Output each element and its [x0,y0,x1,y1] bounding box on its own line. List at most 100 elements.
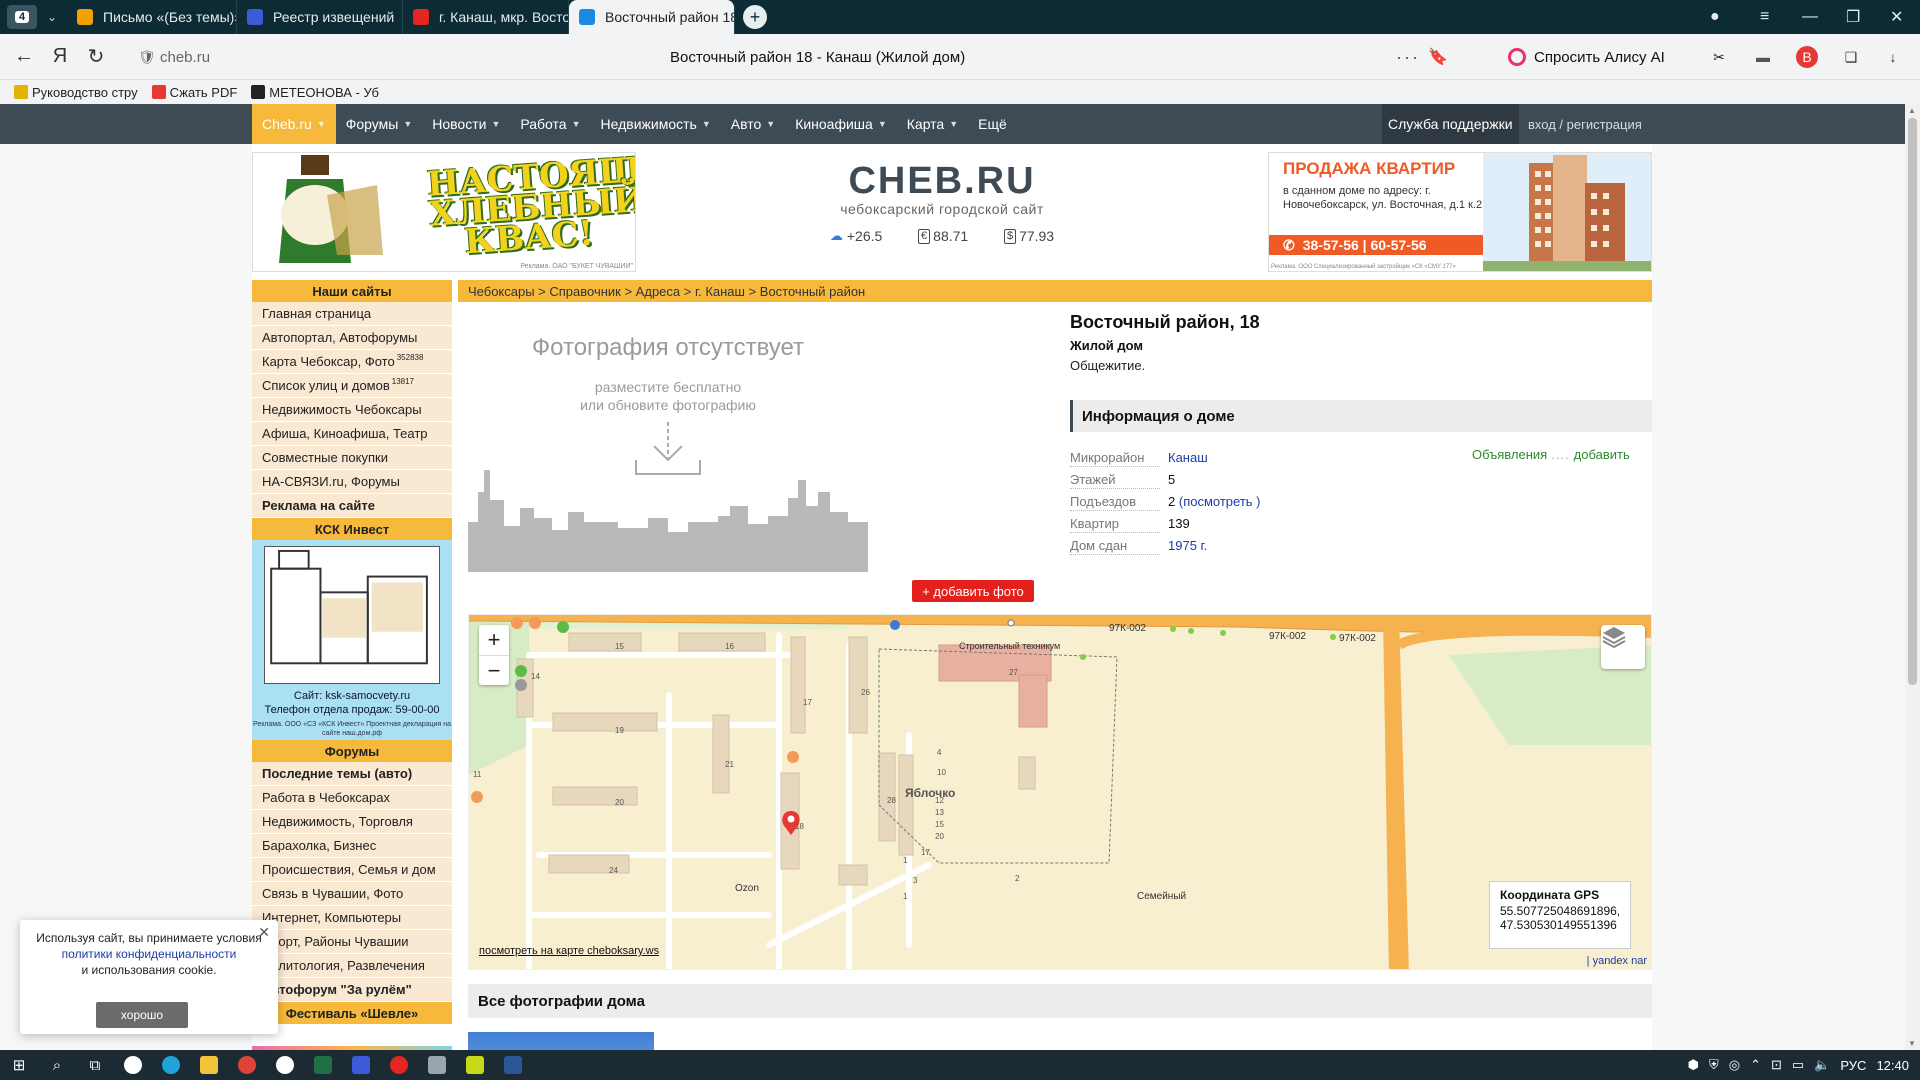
vertical-scrollbar[interactable]: ▲ ▼ [1905,104,1920,1050]
kvas-ad-banner[interactable]: НАСТОЯЩИЙ ХЛЕБНЫЙ КВАС! Реклама. ОАО "БУ… [252,152,636,272]
map-layers-button[interactable] [1601,625,1645,669]
support-link[interactable]: Служба поддержки [1382,104,1519,144]
nav-item-cinema[interactable]: Киноафиша ▼ [785,104,897,144]
alice-button[interactable]: Спросить Алису AI [1508,42,1665,72]
browser-tab-registry[interactable]: Реестр извещений [237,0,403,34]
url-field[interactable]: 🛡 cheb.ru Восточный район 18 - Канаш (Жи… [138,40,1478,74]
tray-icon[interactable]: ◎ [1729,1057,1740,1073]
browser-tab-active[interactable]: Восточный район 18 - К ✕ [569,0,735,34]
app-icon[interactable] [456,1050,494,1080]
sidebar-item[interactable]: НА-СВЯЗИ.ru, Форумы [252,470,452,494]
add-ad-link[interactable]: добавить [1574,447,1630,462]
task-view-icon[interactable]: ⧉ [76,1050,114,1080]
ads-link[interactable]: Объявления [1472,447,1547,462]
extension-icon[interactable]: B [1796,46,1818,68]
map[interactable]: 97К-002 97К-002 97К-002 Строительный тех… [468,614,1652,970]
close-icon[interactable]: ✕ [258,924,270,940]
sidebar-item[interactable]: Совместные покупки [252,446,452,470]
yandex-attribution-link[interactable]: | yandex nar [1587,955,1647,967]
sidebar-item[interactable]: Реклама на сайте [252,494,452,518]
sidebar-item[interactable]: Последние темы (авто) [252,762,452,786]
add-photo-button[interactable]: + добавить фото [912,580,1034,602]
collections-icon[interactable]: ❏ [1840,46,1862,68]
sidebar-item[interactable]: Автопортал, Автофорумы [252,326,452,350]
site-logo[interactable]: CHEB.RU чебоксарский городской сайт [812,160,1072,217]
nav-item-more[interactable]: Ещё [968,104,1017,144]
scroll-up-icon[interactable]: ▲ [1908,106,1916,115]
bookmark-icon[interactable]: 🔖 [1428,47,1448,67]
view-entrances-link[interactable]: (посмотреть ) [1179,494,1261,509]
built-year-link[interactable]: 1975 г. [1168,538,1207,553]
tray-icon[interactable]: ⬢ [1688,1057,1699,1073]
close-window-icon[interactable]: ✕ [1890,0,1903,34]
nav-item-work[interactable]: Работа ▼ [510,104,590,144]
menu-icon[interactable]: ≡ [1760,0,1769,34]
browser-tab-yandex[interactable]: г. Канаш, мкр. Восточный [403,0,569,34]
bookmark-item[interactable]: МЕТЕОНОВА - Уб [251,85,379,100]
sidebar-item[interactable]: Интернет, Компьютеры [252,906,452,930]
sidebar-item[interactable]: Список улиц и домов 13817 [252,374,452,398]
word-icon[interactable] [494,1050,532,1080]
network-icon[interactable]: ⊡ [1771,1057,1782,1073]
sidebar-item[interactable]: Происшествия, Семья и дом [252,858,452,882]
extension-icon[interactable]: ▬ [1752,46,1774,68]
map-canvas[interactable]: 97К-002 97К-002 97К-002 Строительный тех… [469,615,1652,970]
tab-list-chevron-icon[interactable]: ⌄ [37,10,67,24]
nav-item-auto[interactable]: Авто ▼ [721,104,785,144]
chrome-icon[interactable] [228,1050,266,1080]
sidebar-item[interactable]: Спорт, Районы Чувашии [252,930,452,954]
scroll-down-icon[interactable]: ▼ [1908,1039,1916,1048]
view-on-map-link[interactable]: посмотреть на карте cheboksary.ws [479,945,659,957]
back-icon[interactable]: ← [6,45,42,68]
sidebar-item[interactable]: Политология, Развлечения [252,954,452,978]
ksk-ad-banner[interactable]: Сайт: ksk-samocvety.ru Телефон отдела пр… [252,540,452,740]
reload-icon[interactable]: ↻ [78,44,114,69]
scrollbar-thumb[interactable] [1908,118,1917,685]
cookie-accept-button[interactable]: хорошо [96,1002,188,1028]
app-icon[interactable] [342,1050,380,1080]
nav-item-realty[interactable]: Недвижимость ▼ [591,104,721,144]
printer-icon[interactable] [418,1050,456,1080]
battery-icon[interactable]: ▭ [1792,1057,1804,1073]
bookmark-item[interactable]: Руководство стру [14,85,138,100]
house-photo-thumbnail[interactable] [468,1032,654,1050]
privacy-policy-link[interactable]: политики конфиденциальности [62,947,237,961]
browser-tab-mail[interactable]: Письмо «(Без темы)» — П [67,0,237,34]
sidebar-item[interactable]: Главная страница [252,302,452,326]
more-icon[interactable]: ··· [1396,47,1420,68]
login-link[interactable]: вход / регистрация [1528,104,1642,144]
sidebar-item[interactable]: Связь в Чувашии, Фото [252,882,452,906]
search-icon[interactable]: ⌕ [38,1050,76,1080]
excel-icon[interactable] [304,1050,342,1080]
usd-rate[interactable]: $77.93 [1003,228,1054,244]
weather[interactable]: ☁ +26.5 [830,228,882,244]
zoom-in-button[interactable]: + [479,625,509,655]
sidebar-item[interactable]: Недвижимость, Торговля [252,810,452,834]
nav-item-cheb[interactable]: Cheb.ru ▼ [252,104,336,144]
nav-item-forums[interactable]: Форумы ▼ [336,104,423,144]
explorer-icon[interactable] [190,1050,228,1080]
sidebar-item[interactable]: Афиша, Киноафиша, Театр [252,422,452,446]
nav-item-map[interactable]: Карта ▼ [897,104,968,144]
sidebar-item[interactable]: Карта Чебоксар, Фото 352838 [252,350,452,374]
volume-icon[interactable]: 🔈 [1814,1057,1830,1073]
profile-icon[interactable]: ● [1710,0,1720,34]
chevron-up-icon[interactable]: ⌃ [1750,1057,1761,1073]
downloads-icon[interactable]: ↓ [1882,46,1904,68]
breadcrumb[interactable]: Чебоксары > Справочник > Адреса > г. Кан… [458,280,1652,302]
new-tab-button[interactable]: + [743,5,767,29]
district-link[interactable]: Канаш [1168,450,1208,465]
photo-placeholder[interactable]: Фотография отсутствует разместите беспла… [468,314,868,572]
extension-icon[interactable]: ✂ [1708,46,1730,68]
sidebar-item[interactable]: Работа в Чебоксарах [252,786,452,810]
app-icon[interactable] [114,1050,152,1080]
bookmark-item[interactable]: Сжать PDF [151,85,237,100]
yandex-logo-icon[interactable]: Я [42,45,78,68]
minimize-icon[interactable]: — [1802,0,1818,34]
nav-item-news[interactable]: Новости ▼ [422,104,510,144]
sidebar-item[interactable]: Автофорум "За рулём" [252,978,452,1002]
language-indicator[interactable]: РУС [1840,1058,1866,1073]
clock[interactable]: 12:40 [1876,1058,1909,1073]
maximize-icon[interactable]: ❐ [1846,0,1860,34]
yandex-browser-icon[interactable] [266,1050,304,1080]
